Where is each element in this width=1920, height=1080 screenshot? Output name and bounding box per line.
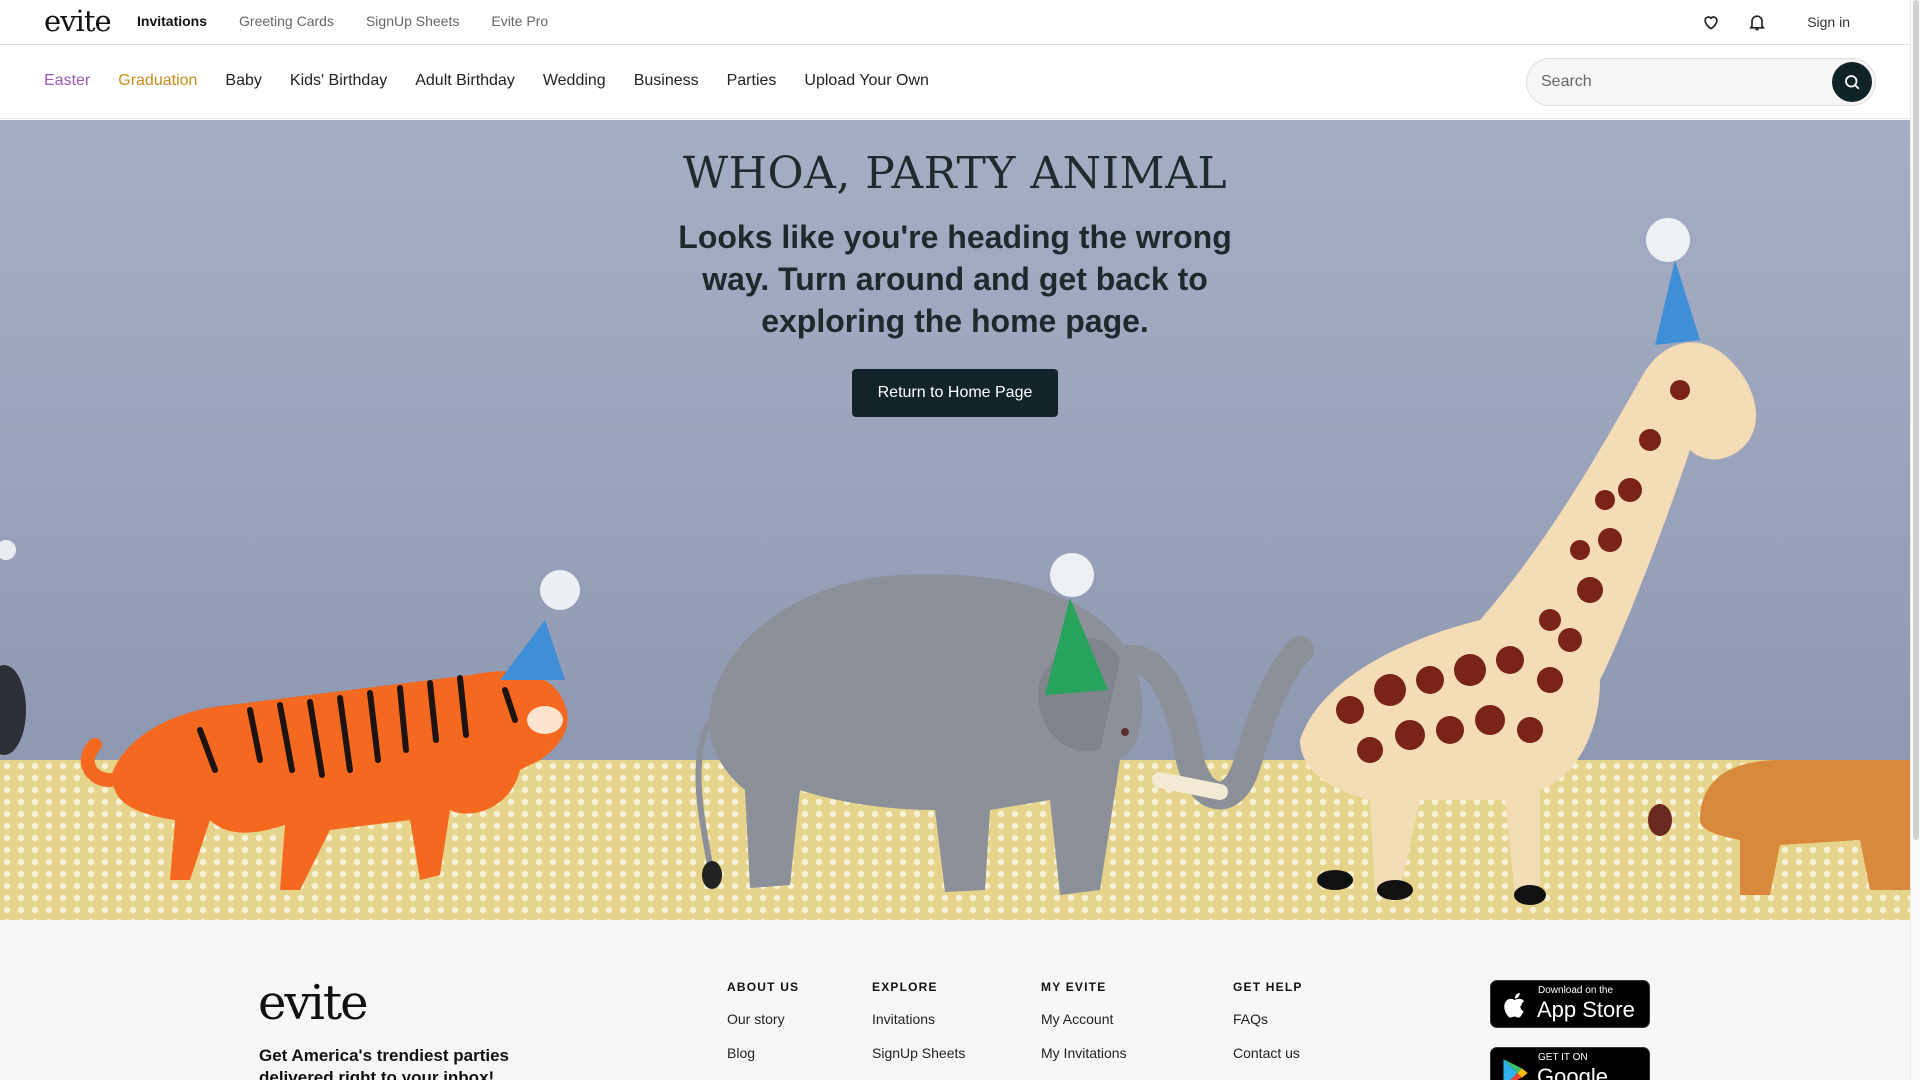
footer-link-contact-us[interactable]: Contact us: [1233, 1045, 1303, 1061]
category-kids-birthday[interactable]: Kids' Birthday: [290, 72, 387, 90]
search-icon: [1845, 75, 1860, 90]
apple-icon: [1504, 992, 1525, 1018]
footer-link-faqs[interactable]: FAQs: [1233, 1011, 1303, 1027]
lion-figure: [1648, 760, 1910, 895]
category-upload-your-own[interactable]: Upload Your Own: [804, 72, 929, 90]
heart-icon[interactable]: [1699, 10, 1723, 34]
nav-invitations[interactable]: Invitations: [137, 13, 207, 29]
search-box: [1526, 58, 1876, 106]
nav-signup-sheets[interactable]: SignUp Sheets: [366, 13, 459, 29]
tiger-figure: [80, 570, 580, 890]
category-nav: Easter Graduation Baby Kids' Birthday Ad…: [44, 72, 929, 90]
category-baby[interactable]: Baby: [225, 72, 261, 90]
category-easter[interactable]: Easter: [44, 72, 90, 90]
evite-logo[interactable]: evite: [44, 4, 112, 38]
footer-column-explore: EXPLORE Invitations SignUp Sheets: [872, 980, 965, 1079]
category-bar: Easter Graduation Baby Kids' Birthday Ad…: [0, 46, 1910, 119]
footer-link-blog[interactable]: Blog: [727, 1045, 799, 1061]
category-wedding[interactable]: Wedding: [543, 72, 606, 90]
gorilla-figure: [0, 540, 26, 755]
nav-greeting-cards[interactable]: Greeting Cards: [239, 13, 334, 29]
footer-column-my-evite: MY EVITE My Account My Invitations: [1041, 980, 1127, 1079]
footer-link-signup-sheets[interactable]: SignUp Sheets: [872, 1045, 965, 1061]
category-adult-birthday[interactable]: Adult Birthday: [415, 72, 515, 90]
bell-icon[interactable]: [1745, 10, 1769, 34]
footer-column-get-help: GET HELP FAQs Contact us: [1233, 980, 1303, 1079]
footer-link-my-invitations[interactable]: My Invitations: [1041, 1045, 1127, 1061]
category-graduation[interactable]: Graduation: [118, 72, 197, 90]
google-play-big-text: Google Play: [1537, 1064, 1608, 1080]
google-play-icon: [1503, 1059, 1528, 1080]
sign-in-link[interactable]: Sign in: [1807, 14, 1850, 30]
footer-column-title: EXPLORE: [872, 980, 938, 994]
app-store-big-text: App Store: [1537, 997, 1635, 1022]
top-right-actions: Sign in: [1699, 10, 1850, 34]
hero-subtitle: Looks like you're heading the wrong way.…: [678, 219, 1232, 339]
footer-column-title: ABOUT US: [727, 980, 800, 994]
page-scrollbar[interactable]: [1910, 0, 1920, 1080]
footer-column-about: ABOUT US Our story Blog: [727, 980, 799, 1079]
footer-link-our-story[interactable]: Our story: [727, 1011, 799, 1027]
return-home-button[interactable]: Return to Home Page: [852, 369, 1058, 417]
category-parties[interactable]: Parties: [727, 72, 777, 90]
app-store-small-text: Download on the: [1538, 985, 1614, 996]
footer-column-title: GET HELP: [1233, 980, 1303, 994]
google-play-badge[interactable]: GET IT ON Google Play: [1490, 1047, 1650, 1080]
hero-banner: WHOA, PARTY ANIMAL Looks like you're hea…: [0, 120, 1910, 920]
top-bar: evite Invitations Greeting Cards SignUp …: [0, 0, 1910, 45]
google-play-small-text: GET IT ON: [1538, 1052, 1588, 1063]
app-store-badge[interactable]: Download on the App Store: [1490, 980, 1650, 1028]
footer: evite Get America's trendiest parties de…: [0, 920, 1910, 1080]
search-input[interactable]: [1527, 59, 1817, 105]
search-button[interactable]: [1832, 62, 1872, 102]
footer-link-my-account[interactable]: My Account: [1041, 1011, 1127, 1027]
nav-evite-pro[interactable]: Evite Pro: [491, 13, 548, 29]
giraffe-figure: [1300, 218, 1757, 905]
top-nav: Invitations Greeting Cards SignUp Sheets…: [137, 13, 548, 29]
scrollbar-thumb[interactable]: [1913, 0, 1919, 840]
footer-logo[interactable]: evite: [258, 975, 369, 1031]
footer-tagline: Get America's trendiest parties delivere…: [259, 1046, 510, 1080]
footer-column-title: MY EVITE: [1041, 980, 1107, 994]
footer-link-invitations[interactable]: Invitations: [872, 1011, 965, 1027]
category-business[interactable]: Business: [634, 72, 699, 90]
hero-title: WHOA, PARTY ANIMAL: [682, 148, 1228, 199]
elephant-figure: [695, 553, 1314, 895]
